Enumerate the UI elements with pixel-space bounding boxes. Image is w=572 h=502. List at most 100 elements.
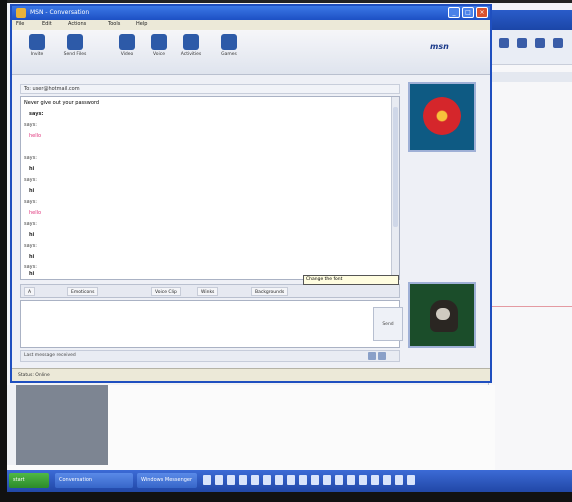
titlebar: MSN - Conversation _ □ × (12, 6, 490, 20)
tray-icon[interactable] (395, 475, 403, 485)
send-files-icon (67, 34, 83, 50)
backgrounds-button[interactable]: Backgrounds (251, 287, 289, 296)
status-icon[interactable] (368, 352, 376, 360)
tray-icon[interactable] (251, 475, 259, 485)
menu-edit[interactable]: Edit (42, 21, 52, 27)
divider (489, 306, 572, 307)
background-sidebar (16, 385, 108, 465)
activities-icon (183, 34, 199, 50)
activities-button[interactable]: Activities (174, 34, 208, 68)
background-app-strip (489, 72, 572, 82)
voice-button[interactable]: Voice (142, 34, 176, 68)
message: hi (29, 271, 35, 277)
send-files-button[interactable]: Send Files (58, 34, 92, 68)
tray-icon[interactable] (335, 475, 343, 485)
minimize-button[interactable]: _ (448, 7, 460, 18)
tooltip: Change the font (303, 275, 399, 285)
message: Never give out your password (24, 100, 100, 106)
menu-actions[interactable]: Actions (68, 21, 86, 27)
tray-icon[interactable] (263, 475, 271, 485)
message: hi (29, 254, 35, 260)
video-button[interactable]: Video (110, 34, 144, 68)
maximize-button[interactable]: □ (462, 7, 474, 18)
status-icon[interactable] (378, 352, 386, 360)
tray-icon[interactable] (227, 475, 235, 485)
menu-file[interactable]: File (16, 21, 24, 27)
photo-frame-top (0, 0, 572, 3)
history-scrollbar[interactable] (391, 97, 399, 279)
menu-help[interactable]: Help (136, 21, 147, 27)
winks-button[interactable]: Winks (197, 287, 219, 296)
message: says: (24, 177, 37, 183)
toolbar-icon[interactable] (517, 38, 527, 48)
tray-icon[interactable] (239, 475, 247, 485)
tray-icon[interactable] (275, 475, 283, 485)
menubar: File Edit Actions Tools Help (12, 20, 490, 30)
contact-display-picture[interactable] (408, 82, 476, 152)
message-input[interactable]: Send (20, 300, 403, 348)
tray-icon[interactable] (215, 475, 223, 485)
tray-icon[interactable] (407, 475, 415, 485)
background-app-toolbar (489, 30, 572, 65)
message: hello (29, 210, 42, 216)
toolbar-icon[interactable] (535, 38, 545, 48)
start-button[interactable]: start (9, 473, 49, 488)
games-button[interactable]: Games (212, 34, 246, 68)
toolbar-icon[interactable] (553, 38, 563, 48)
message: says: (29, 111, 44, 117)
tray-icon[interactable] (299, 475, 307, 485)
font-button[interactable]: A (24, 287, 36, 296)
format-toolbar: A Emoticons Voice Clip Winks Backgrounds (20, 284, 400, 298)
message: says: (24, 243, 37, 249)
invite-button[interactable]: Invite (20, 34, 54, 68)
status-icons (368, 352, 394, 361)
photo-frame-bottom (0, 492, 572, 502)
video-label: Video (120, 52, 134, 57)
message: hello (29, 133, 42, 139)
send-files-label: Send Files (63, 52, 87, 57)
toolbar: Invite Send Files Video Voice Activities… (12, 30, 490, 75)
conversation-window: MSN - Conversation _ □ × File Edit Actio… (10, 4, 492, 383)
games-label: Games (221, 52, 237, 57)
toolbar-icon[interactable] (499, 38, 509, 48)
conversation-status: Last message received (20, 350, 400, 362)
games-icon (221, 34, 237, 50)
close-button[interactable]: × (476, 7, 488, 18)
message: hi (29, 232, 35, 238)
taskbar: start Conversation Windows Messenger (7, 470, 572, 492)
tray-icon[interactable] (383, 475, 391, 485)
voice-clip-button[interactable]: Voice Clip (151, 287, 181, 296)
message: says: (24, 264, 37, 270)
voice-label: Voice (153, 52, 165, 57)
menu-tools[interactable]: Tools (108, 21, 120, 27)
message: hi (29, 188, 35, 194)
emoticons-button[interactable]: Emoticons (67, 287, 99, 296)
voice-icon (151, 34, 167, 50)
message: says: (24, 155, 37, 161)
dog-face (436, 308, 450, 320)
tray-icon[interactable] (371, 475, 379, 485)
my-display-picture[interactable] (408, 282, 476, 348)
background-app-window (488, 10, 572, 470)
send-button[interactable]: Send (373, 307, 403, 341)
flower-image (423, 97, 461, 135)
tray-icon[interactable] (287, 475, 295, 485)
conversation-history[interactable]: Never give out your password says: says:… (20, 96, 400, 280)
brand-logo: msn (430, 42, 449, 51)
tray-icon[interactable] (359, 475, 367, 485)
tray-icon[interactable] (203, 475, 211, 485)
scrollbar-thumb[interactable] (393, 107, 398, 227)
message: says: (24, 122, 37, 128)
background-app-titlebar (489, 10, 572, 30)
activities-label: Activities (180, 52, 202, 57)
video-icon (119, 34, 135, 50)
window-title: MSN - Conversation (30, 9, 90, 16)
invite-icon (29, 34, 45, 50)
message: says: (24, 199, 37, 205)
tray-icon[interactable] (323, 475, 331, 485)
taskbar-button[interactable]: Conversation (55, 473, 133, 488)
taskbar-button[interactable]: Windows Messenger (137, 473, 197, 488)
tray-icon[interactable] (311, 475, 319, 485)
message: hi (29, 166, 35, 172)
tray-icon[interactable] (347, 475, 355, 485)
